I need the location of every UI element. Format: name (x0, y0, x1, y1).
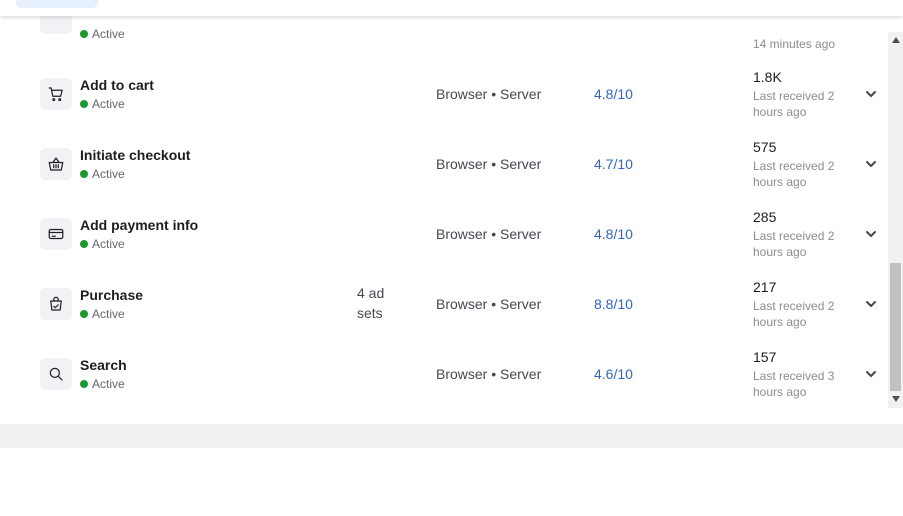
match-quality-link[interactable]: 4.6/10 (594, 366, 633, 382)
table-row[interactable]: Active 14 minutes ago (0, 16, 888, 51)
event-count: 157 (753, 349, 777, 365)
table-row[interactable]: Purchase Active 4 ad sets Browser • Serv… (0, 268, 888, 338)
status-badge: Active (80, 377, 125, 391)
last-received: Last received 3 hours ago (753, 369, 835, 399)
match-quality-link[interactable]: 4.8/10 (594, 226, 633, 242)
last-received: 14 minutes ago (753, 37, 836, 51)
chevron-down-icon[interactable] (863, 296, 879, 312)
last-received: Last received 2 hours ago (753, 229, 835, 259)
table-row[interactable]: Initiate checkout Active Browser • Serve… (0, 128, 888, 198)
scrollbar-thumb[interactable] (890, 263, 901, 391)
table-row[interactable]: Add to cart Active Browser • Server 4.8/… (0, 58, 888, 128)
event-count: 1.8K (753, 69, 782, 85)
status-label: Active (92, 97, 125, 111)
chevron-down-icon[interactable] (863, 156, 879, 172)
status-label: Active (92, 27, 125, 41)
table-row[interactable]: Search Active Browser • Server 4.6/10 15… (0, 338, 888, 408)
events-panel: Active 14 minutes ago Add to cart Active… (0, 16, 903, 424)
integration-type: Browser • Server (436, 296, 542, 312)
chevron-down-icon[interactable] (863, 226, 879, 242)
integration-type: Browser • Server (436, 86, 542, 102)
credit-card-icon (40, 218, 72, 250)
page-background (0, 424, 903, 448)
integration-type: Browser • Server (436, 156, 542, 172)
status-badge: Active (80, 307, 125, 321)
last-received: Last received 2 hours ago (753, 89, 835, 119)
status-dot (80, 30, 88, 38)
event-count: 217 (753, 279, 777, 295)
status-badge: Active (80, 27, 125, 41)
shopping-bag-icon (40, 288, 72, 320)
integration-type: Browser • Server (436, 226, 542, 242)
status-dot (80, 380, 88, 388)
status-dot (80, 100, 88, 108)
integration-type: Browser • Server (436, 366, 542, 382)
scroll-up-arrow-icon[interactable] (890, 34, 901, 46)
basket-icon (40, 148, 72, 180)
event-count: 285 (753, 209, 777, 225)
status-label: Active (92, 237, 125, 251)
status-badge: Active (80, 167, 125, 181)
status-badge: Active (80, 237, 125, 251)
active-tab-indicator[interactable] (16, 0, 98, 8)
status-dot (80, 310, 88, 318)
status-label: Active (92, 307, 125, 321)
cart-icon (40, 78, 72, 110)
search-icon (40, 358, 72, 390)
chevron-down-icon[interactable] (863, 86, 879, 102)
match-quality-link[interactable]: 4.8/10 (594, 86, 633, 102)
status-label: Active (92, 167, 125, 181)
scroll-down-arrow-icon[interactable] (890, 393, 901, 405)
event-name: Search (80, 357, 127, 373)
status-badge: Active (80, 97, 125, 111)
last-received: Last received 2 hours ago (753, 299, 835, 329)
event-name: Purchase (80, 287, 144, 303)
event-icon (40, 16, 72, 34)
ad-sets-count[interactable]: 4 ad sets (357, 283, 407, 323)
chevron-down-icon[interactable] (863, 366, 879, 382)
status-dot (80, 240, 88, 248)
event-name: Add to cart (80, 77, 154, 93)
event-name: Initiate checkout (80, 147, 191, 163)
status-dot (80, 170, 88, 178)
event-name: Add payment info (80, 217, 199, 233)
status-label: Active (92, 377, 125, 391)
last-received: Last received 2 hours ago (753, 159, 835, 189)
top-bar (0, 0, 903, 16)
event-count: 575 (753, 139, 777, 155)
table-row[interactable]: Add payment info Active Browser • Server… (0, 198, 888, 268)
match-quality-link[interactable]: 8.8/10 (594, 296, 633, 312)
match-quality-link[interactable]: 4.7/10 (594, 156, 633, 172)
